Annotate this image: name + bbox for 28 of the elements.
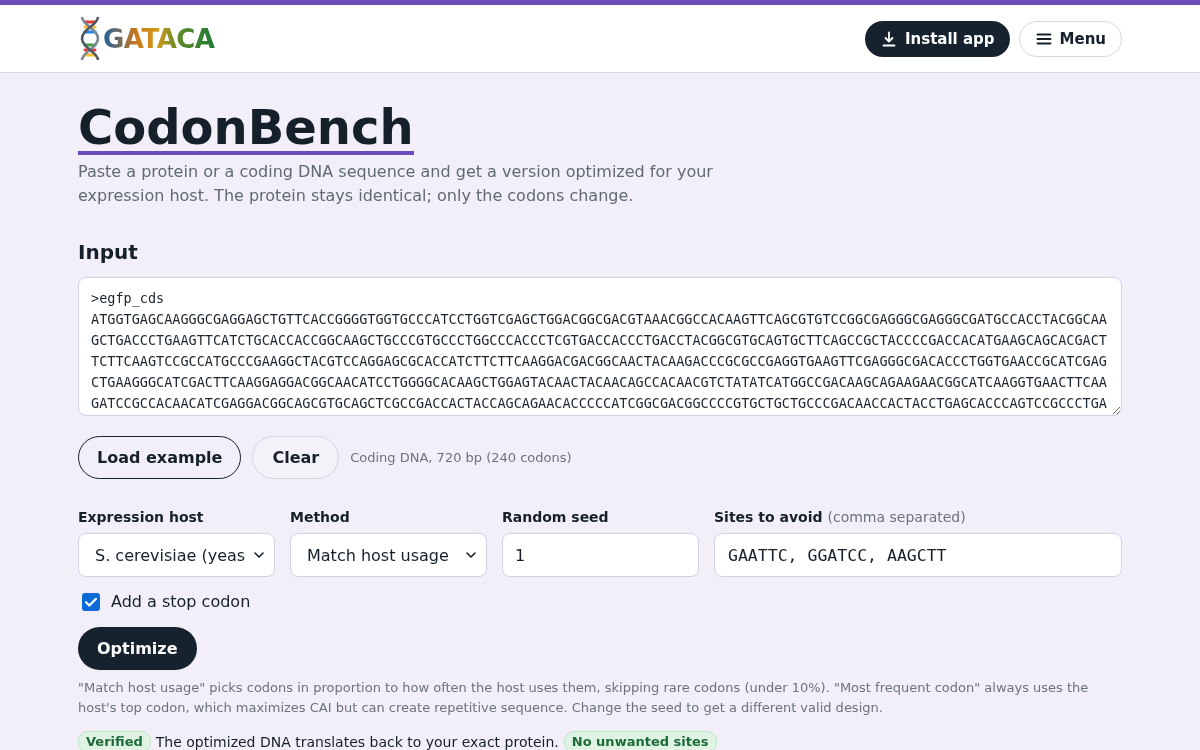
dna-helix-icon	[78, 15, 102, 62]
field-label: Sites to avoid	[714, 508, 823, 526]
install-button[interactable]: Install app	[864, 20, 1010, 57]
section-heading: Input	[78, 240, 138, 264]
menu-button[interactable]: Menu	[1018, 20, 1122, 57]
help-text: "Match host usage" picks codons in proportion to how often the host uses them, skipping rare codons (under 10%). "Most frequent codon" always uses the host's top codon, which maximizes CAI but can create repetitive sequence. Change the seed to get a different valid design.	[78, 679, 1090, 717]
sequence-status: Coding DNA, 720 bp (240 codons)	[350, 450, 572, 465]
chevron-down-icon	[466, 552, 476, 558]
field-label: Random seed	[502, 508, 609, 526]
sequence-input[interactable]: >egfp_cds ATGGTGAGCAAGGGCGAGGAGCTGTTCACCGGGGTGGTGCCCATCCTGGTCGAGCTGGACGGCGACGTAAACGGCCACAAGTTCAGCGTGTCCGGCGAGGGCGAGGGCGATGCCACCTACGGCAA GCTGACCCTGAAGTTCATCTGCACCACCGGCAAGCTGCCCGTGCCCTGGCCCACCCTCGTGACCACCCTGACCTACGGCGTGCAGTGCTTCAGCCGCTACCCCGACCACATGAAGCAGCACGACT TCTTCAAGTCCGCCATGCCCGAAGGCTACGTCCAGGAGCGCACCATCTTCTTCAAGGACGACGGCAACTACAAGACCCGCGCCGAGGTGAAGTTCGAGGGCGACACCCTGGTGAACCGCATCGAG CTGAAGGGCATCGACTTCAAGGAGGACGGCAACATCCTGGGGCACAAGCTGGAGTACAACTACAACAGCCACAACGTCTATATCATGGCCGACAAGCAGAAGAACGGCATCAAGGTGAACTTCAA GATCCGCCACAACATCGAGGACGGCAGCGTGCAGCTCGCCGACCACTACCAGCAGAACACCCCCATCGGCGACGGCCCCGTGCTGCTGCCCGACAACCACTACCTGAGCACCCAGTCCGCCCTGA	[78, 277, 1122, 416]
dropdown[interactable]: S. cerevisiae (yeas	[78, 533, 275, 577]
checkbox[interactable]	[82, 593, 100, 611]
field-label: Method	[290, 508, 350, 526]
text-input[interactable]: GAATTC, GGATCC, AAGCTT	[714, 533, 1122, 577]
number-input[interactable]: 1	[502, 533, 699, 577]
download-icon	[880, 30, 897, 47]
clear-button[interactable]: Clear	[252, 436, 340, 479]
optimize-button[interactable]: Optimize	[78, 627, 197, 670]
status-badge: No unwanted sites	[563, 731, 717, 750]
dropdown[interactable]: Match host usage	[290, 533, 487, 577]
intro-text: Paste a protein or a coding DNA sequence and get a version optimized for your expression host. The protein stays identical; only the codons change.	[78, 161, 714, 207]
result-message: The optimized DNA translates back to your exact protein.	[155, 733, 559, 750]
field-label: Expression host	[78, 508, 204, 526]
page-title: CodonBench	[78, 103, 414, 155]
status-badge: Verified	[78, 731, 151, 750]
chevron-down-icon	[254, 552, 264, 558]
field-hint: (comma separated)	[827, 508, 966, 526]
checkbox-label: Add a stop codon	[111, 592, 251, 612]
